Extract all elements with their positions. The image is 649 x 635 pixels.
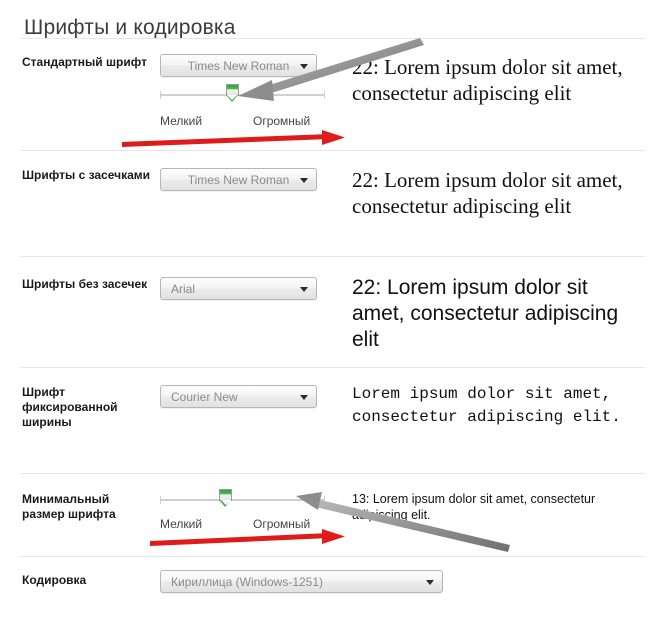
slider-thumb[interactable] [225, 84, 241, 104]
slider-thumb-tip-inner [220, 500, 231, 505]
select-encoding[interactable]: Кириллица (Windows-1251) [160, 570, 443, 593]
select-standard-font-value: Times New Roman [187, 58, 290, 73]
slider-thumb-tip-inner [227, 95, 238, 100]
font-encoding-settings-page: Шрифты и кодировка Стандартный шрифт Tim… [0, 0, 649, 635]
label-standard-font: Стандартный шрифт [22, 55, 147, 69]
red-arrow-bottom-icon [150, 529, 345, 546]
preview-sans-serif-font: 22: Lorem ipsum dolor sit amet, consecte… [352, 276, 619, 351]
chevron-down-icon [300, 63, 308, 69]
chevron-down-icon [300, 394, 308, 400]
page-title: Шрифты и кодировка [24, 16, 236, 40]
label-encoding: Кодировка [22, 573, 87, 587]
red-arrow-top-icon [122, 130, 345, 147]
select-sans-serif-font-value: Arial [171, 281, 196, 296]
slider-standard-max-label: Огромный [253, 114, 311, 128]
divider-4 [20, 473, 645, 474]
select-fixed-width-font[interactable]: Courier New [160, 385, 317, 408]
divider-1 [20, 150, 645, 151]
select-fixed-width-font-value: Courier New [171, 389, 238, 404]
slider-minimum-font-size[interactable] [160, 489, 325, 509]
label-fixed-width-font: Шрифт фиксированной ширины [22, 385, 118, 429]
preview-minimum-font-size: 13: Lorem ipsum dolor sit amet, consecte… [352, 492, 596, 522]
chevron-down-icon [426, 579, 434, 585]
select-standard-font[interactable]: Times New Roman [160, 54, 317, 77]
label-minimum-font-size: Минимальный размер шрифта [22, 492, 116, 521]
slider-track [160, 496, 325, 504]
preview-serif-font: 22: Lorem ipsum dolor sit amet, consecte… [352, 168, 623, 218]
select-serif-font[interactable]: Times New Roman [160, 168, 317, 191]
slider-thumb[interactable] [219, 489, 234, 509]
label-serif-font: Шрифты с засечками [22, 168, 151, 182]
preview-standard-font: 22: Lorem ipsum dolor sit amet, consecte… [352, 55, 623, 105]
preview-fixed-width-font: Lorem ipsum dolor sit amet, consectetur … [352, 385, 621, 426]
label-sans-serif-font: Шрифты без засечек [22, 277, 148, 291]
slider-minimum-max-label: Огромный [253, 517, 311, 531]
slider-minimum-min-label: Мелкий [160, 517, 203, 531]
divider-2 [20, 256, 645, 257]
slider-standard-min-label: Мелкий [160, 114, 203, 128]
slider-track [160, 91, 325, 99]
select-sans-serif-font[interactable]: Arial [160, 277, 317, 300]
chevron-down-icon [300, 286, 308, 292]
slider-standard-font-size[interactable] [160, 84, 325, 104]
select-serif-font-value: Times New Roman [187, 172, 290, 187]
divider-5 [20, 556, 645, 557]
chevron-down-icon [300, 177, 308, 183]
divider-title [20, 38, 645, 39]
select-encoding-value: Кириллица (Windows-1251) [171, 574, 324, 589]
divider-3 [20, 367, 645, 368]
